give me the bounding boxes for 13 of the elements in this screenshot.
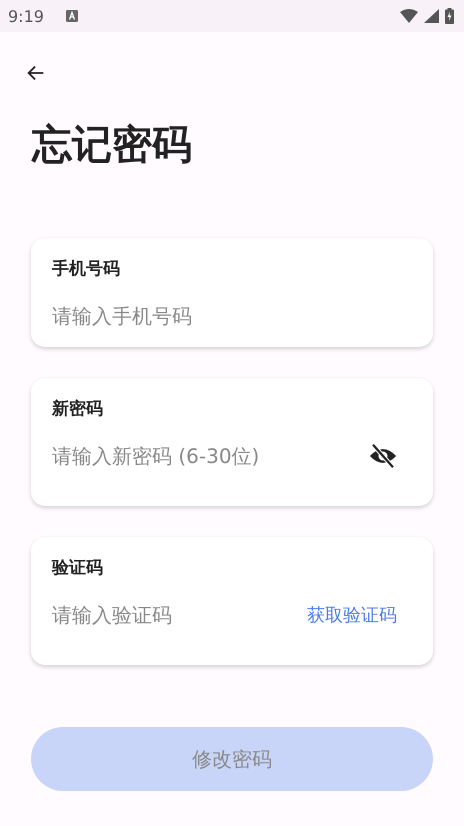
notification-icon <box>66 10 78 22</box>
input-field[interactable]: 请输入验证码 <box>52 603 307 627</box>
signal-icon <box>424 9 439 23</box>
input-field[interactable]: 请输入新密码 (6-30位) <box>52 444 367 468</box>
page-title: 忘记密码 <box>32 121 193 170</box>
get-code-link[interactable]: 获取验证码 <box>307 603 397 627</box>
wifi-icon <box>400 9 418 23</box>
input-field[interactable]: 请输入手机号码 <box>52 304 411 328</box>
field-label: 验证码 <box>52 557 104 579</box>
status-time: 9:19 <box>8 6 44 26</box>
field-label: 手机号码 <box>52 258 121 280</box>
battery-icon <box>445 8 454 24</box>
field-label: 新密码 <box>52 398 104 420</box>
